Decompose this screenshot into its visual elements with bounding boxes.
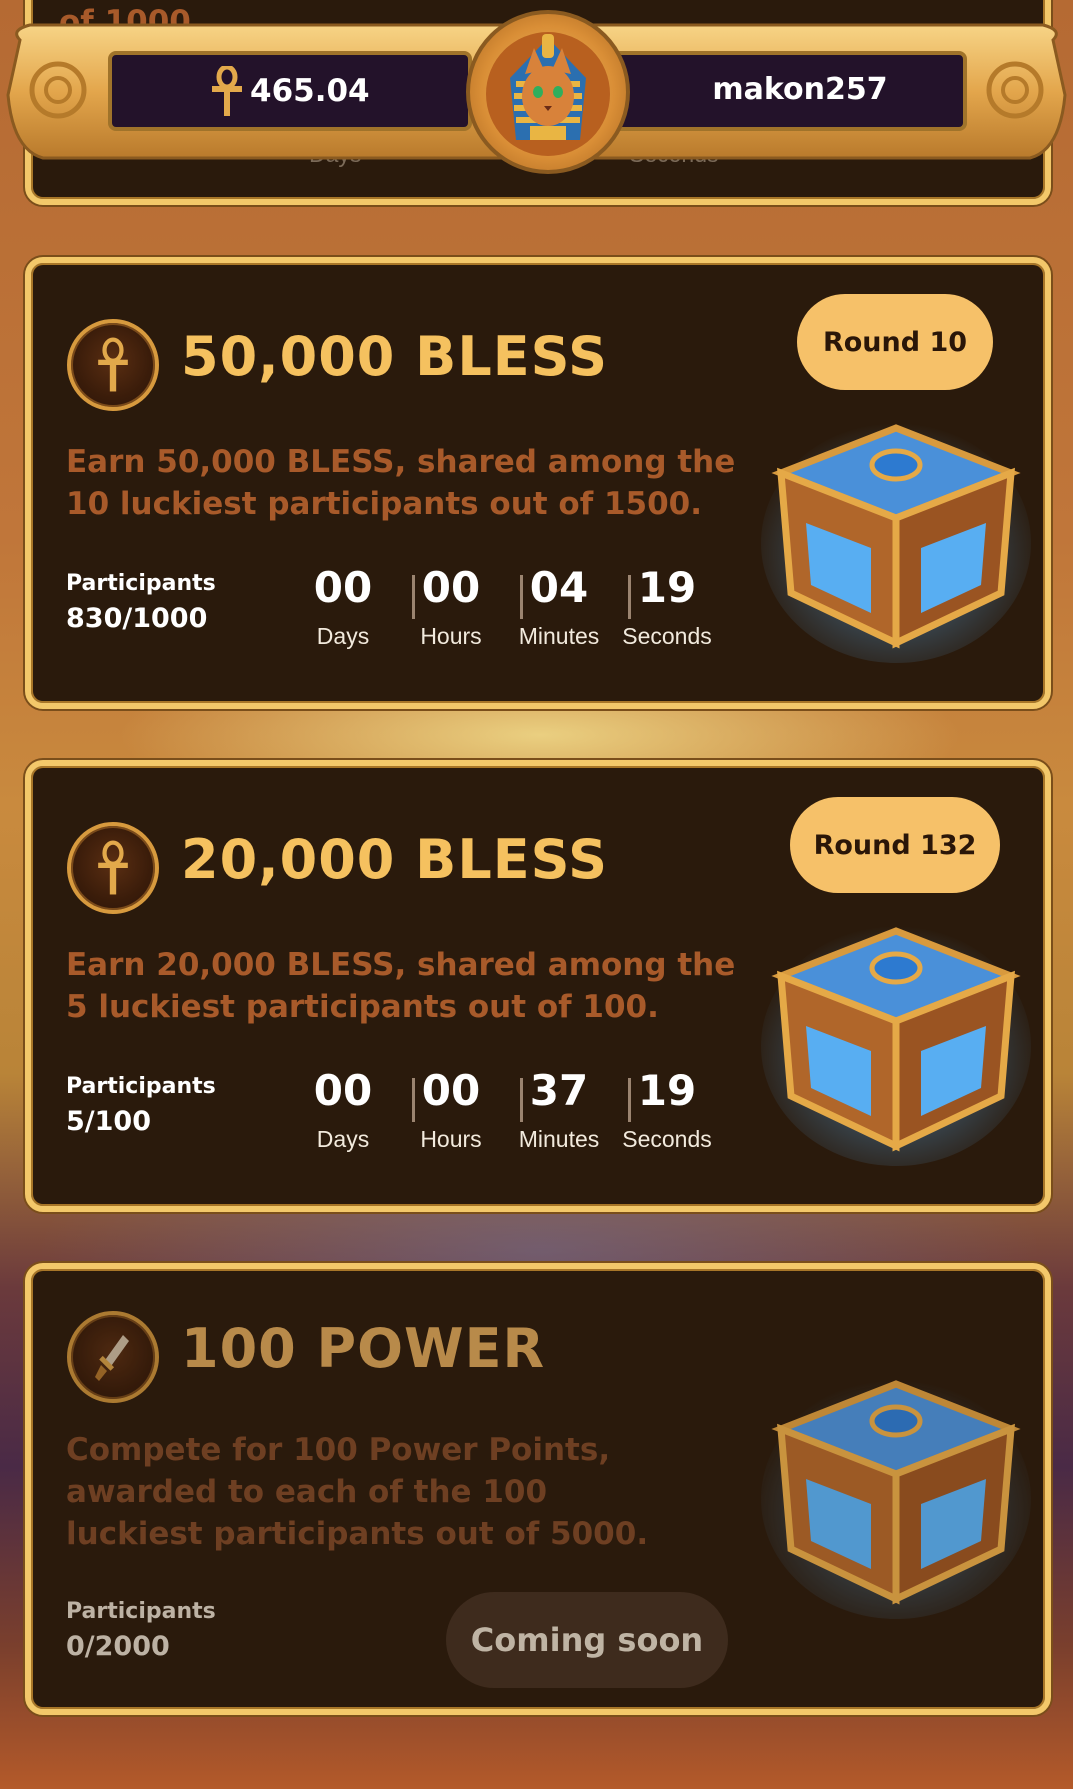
timer-days-value: 00 xyxy=(313,1066,373,1115)
participants-label: Participants xyxy=(66,1599,216,1624)
timer-minutes: 37 Minutes xyxy=(505,1066,613,1153)
timer-hours-label: Hours xyxy=(420,623,482,649)
timer-minutes-value: 37 xyxy=(529,1066,589,1115)
dagger-icon xyxy=(95,1335,129,1381)
treasure-chest-icon xyxy=(761,1379,1031,1619)
timer-hours-value: 00 xyxy=(421,1066,481,1115)
timer-hours-label: Hours xyxy=(420,1126,482,1152)
round-badge: Round 10 xyxy=(797,294,993,390)
ankh-icon xyxy=(98,840,128,895)
participants-label: Participants xyxy=(66,571,216,596)
card-description: Earn 20,000 BLESS, shared among the 5 lu… xyxy=(66,947,736,1025)
timer-days-value: 00 xyxy=(313,563,373,612)
reward-card-20000-bless[interactable]: 20,000 BLESS Round 132 Earn 20,000 BLESS… xyxy=(25,760,1051,1212)
timer-seconds-value: 19 xyxy=(637,1066,697,1115)
ankh-icon xyxy=(98,337,128,392)
timer-days: 00 Days xyxy=(289,1066,397,1153)
username[interactable]: makon257 xyxy=(700,72,900,107)
coming-soon-button[interactable]: Coming soon xyxy=(446,1592,728,1688)
countdown-timer: 00 Days 00 Hours 04 Minutes 19 Seconds xyxy=(289,563,749,663)
timer-days: 00 Days xyxy=(289,563,397,650)
participants-label: Participants xyxy=(66,1074,216,1099)
card-description: Compete for 100 Power Points, awarded to… xyxy=(66,1432,649,1552)
round-badge: Round 132 xyxy=(790,797,1000,893)
card-title: 20,000 BLESS xyxy=(181,828,608,891)
ankh-icon xyxy=(212,66,242,116)
timer-seconds: 19 Seconds xyxy=(613,563,721,650)
balance-display: 465.04 xyxy=(210,66,370,116)
treasure-chest-icon xyxy=(761,423,1031,663)
card-description: Earn 50,000 BLESS, shared among the 10 l… xyxy=(66,444,736,522)
timer-hours-value: 00 xyxy=(421,563,481,612)
timer-minutes-label: Minutes xyxy=(518,1126,600,1152)
participants-count: 0/2000 xyxy=(66,1631,170,1662)
participants-count: 830/1000 xyxy=(66,603,208,634)
avatar[interactable] xyxy=(466,10,630,174)
timer-minutes: 04 Minutes xyxy=(505,563,613,650)
participants-count: 5/100 xyxy=(66,1106,152,1137)
timer-days-label: Days xyxy=(316,1126,370,1152)
reward-card-50000-bless[interactable]: 50,000 BLESS Round 10 Earn 50,000 BLESS,… xyxy=(25,257,1051,709)
card-title: 50,000 BLESS xyxy=(181,325,608,388)
timer-hours: 00 Hours xyxy=(397,1066,505,1153)
timer-days-label: Days xyxy=(316,623,370,649)
pharaoh-cat-avatar-icon xyxy=(486,32,610,156)
timer-seconds: 19 Seconds xyxy=(613,1066,721,1153)
timer-seconds-label: Seconds xyxy=(622,1126,712,1152)
countdown-timer: 00 Days 00 Hours 37 Minutes 19 Seconds xyxy=(289,1066,749,1166)
treasure-chest-icon xyxy=(761,926,1031,1166)
card-coin xyxy=(67,822,159,914)
timer-minutes-label: Minutes xyxy=(518,623,600,649)
card-coin xyxy=(67,1311,159,1403)
top-header: 465.04 makon257 xyxy=(0,0,1073,190)
timer-hours: 00 Hours xyxy=(397,563,505,650)
card-title: 100 POWER xyxy=(181,1317,546,1380)
timer-seconds-value: 19 xyxy=(637,563,697,612)
reward-card-100-power: 100 POWER Compete for 100 Power Points, … xyxy=(25,1263,1051,1715)
timer-seconds-label: Seconds xyxy=(622,623,712,649)
timer-minutes-value: 04 xyxy=(529,563,589,612)
balance-value: 465.04 xyxy=(250,73,370,109)
card-coin xyxy=(67,319,159,411)
